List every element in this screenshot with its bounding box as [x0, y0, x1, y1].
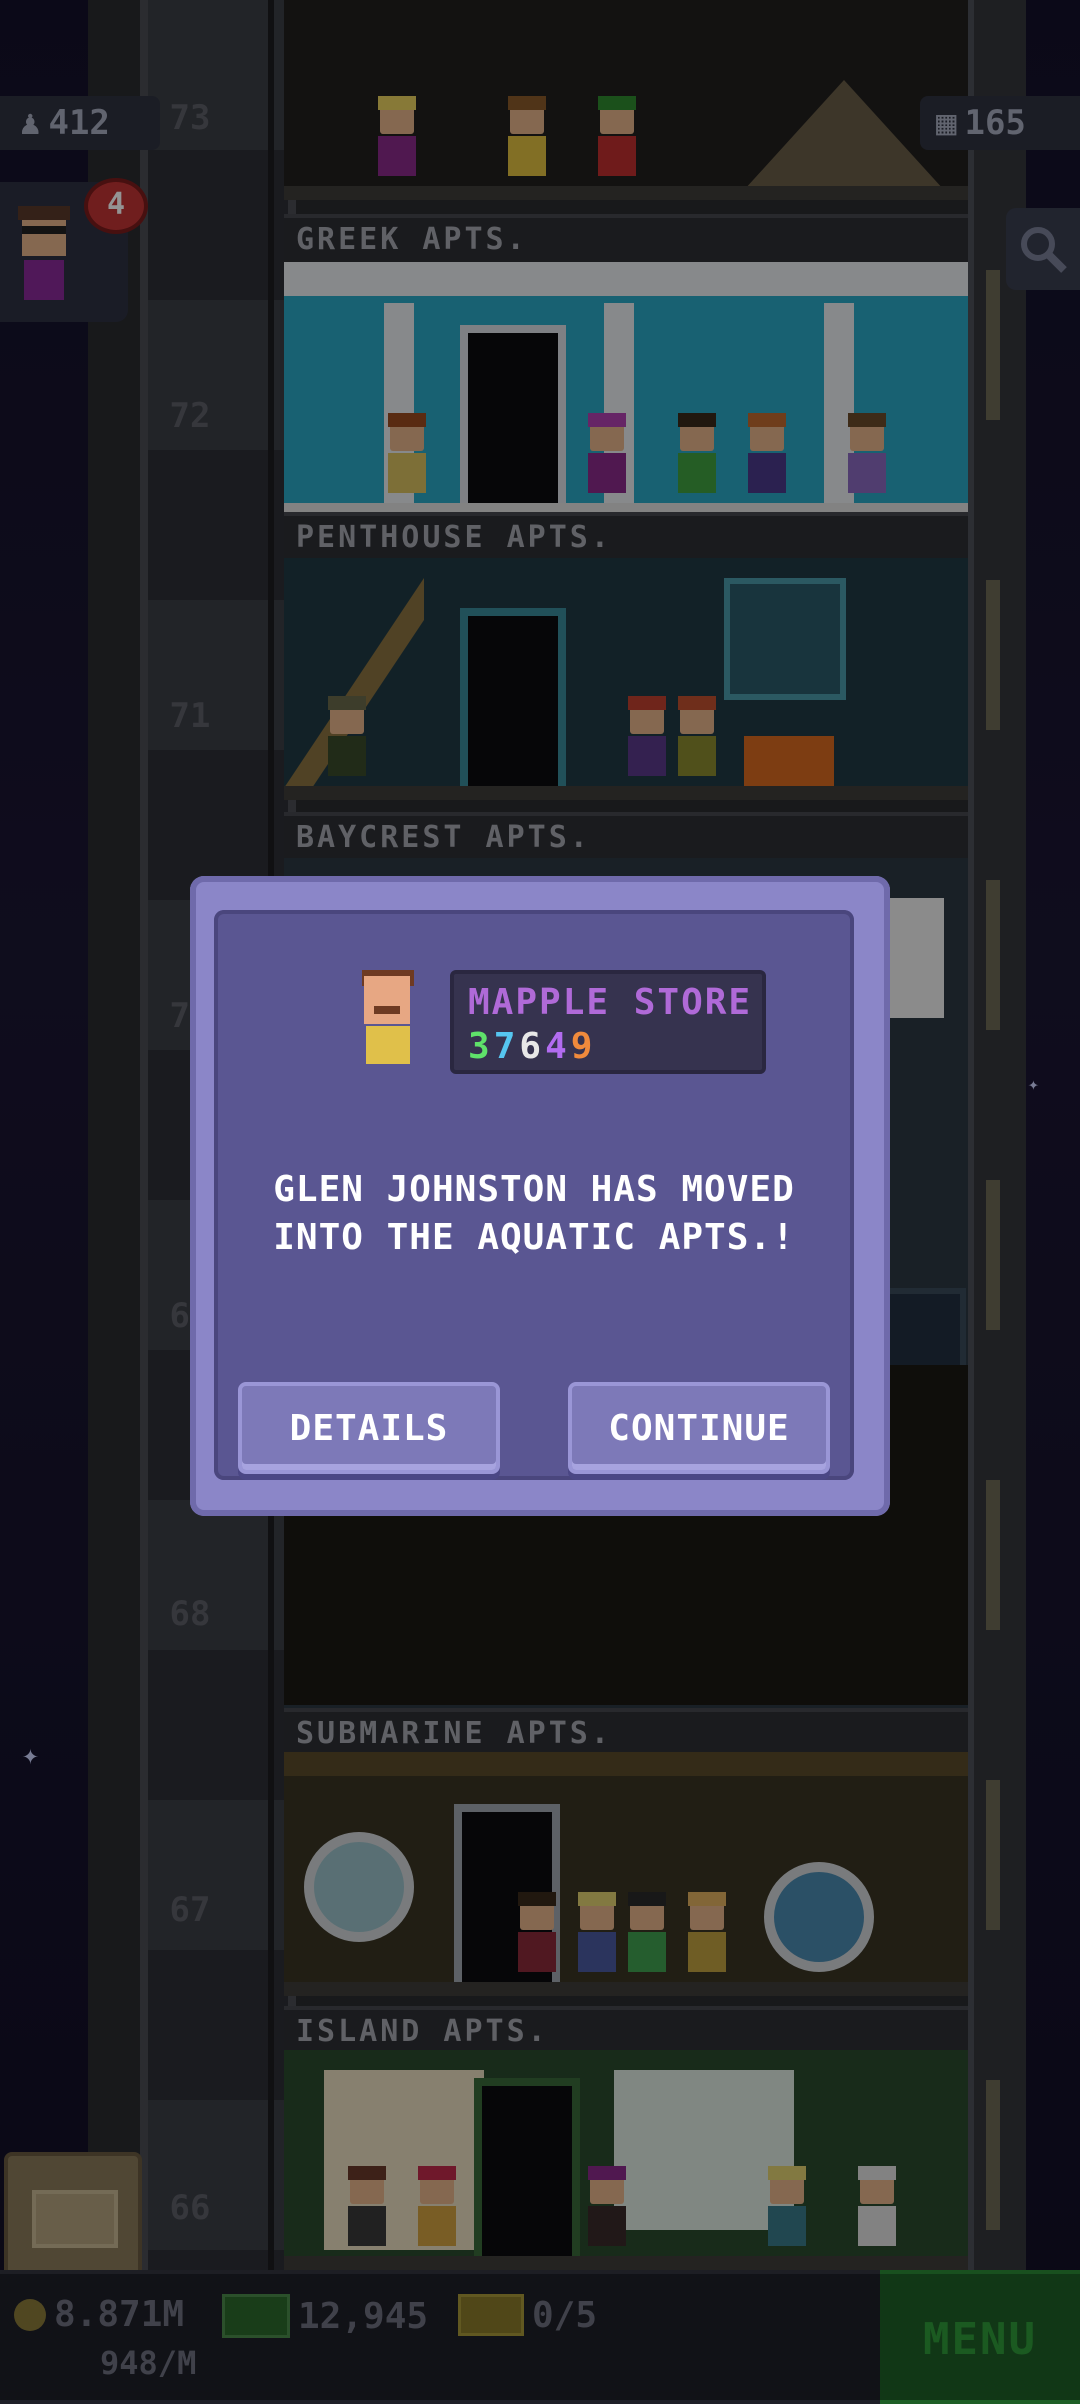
dialog-message: GLEN JOHNSTON HAS MOVED INTO THE AQUATIC…: [273, 1169, 795, 1258]
store-digit: 6: [519, 1026, 546, 1067]
continue-button[interactable]: CONTINUE: [568, 1382, 830, 1474]
store-digit: 4: [545, 1026, 571, 1067]
store-name: MAPPLE STORE: [468, 982, 753, 1023]
workplace-tag: MAPPLE STORE 3 7 6 4 9: [450, 970, 766, 1074]
store-digit: 3: [468, 1026, 494, 1067]
resident-portrait: [360, 970, 416, 1068]
store-digit: 9: [570, 1026, 597, 1067]
store-digits: 3 7 6 4 9: [468, 1026, 596, 1067]
store-digit: 7: [493, 1026, 520, 1067]
dialog-body: MAPPLE STORE 3 7 6 4 9 GLEN JOHNSTON HAS…: [214, 910, 854, 1480]
move-in-dialog: MAPPLE STORE 3 7 6 4 9 GLEN JOHNSTON HAS…: [190, 876, 890, 1516]
details-button[interactable]: DETAILS: [238, 1382, 500, 1474]
